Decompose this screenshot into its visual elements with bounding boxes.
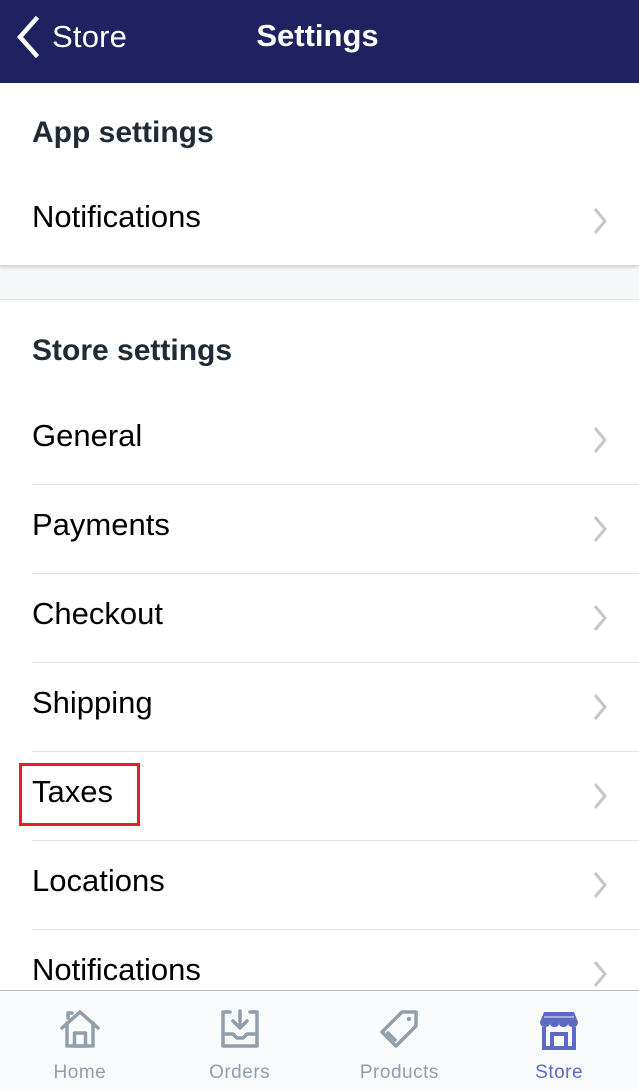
page-title-text: Settings (256, 18, 379, 53)
store-settings-item-shipping[interactable]: Shipping (0, 663, 639, 752)
chevron-right-icon (593, 605, 607, 631)
store-settings-item-general[interactable]: General (0, 396, 639, 485)
app-settings-section: App settings Notifications (0, 83, 639, 266)
tab-home[interactable]: Home (0, 991, 160, 1089)
tab-bar: Home Orders Products Store (0, 990, 639, 1089)
tab-label: Home (53, 1062, 107, 1083)
chevron-right-icon (593, 961, 607, 987)
tab-products[interactable]: Products (320, 991, 480, 1089)
navigation-bar: Store Settings (0, 0, 639, 83)
app-settings-item-notifications[interactable]: Notifications (0, 177, 639, 266)
store-settings-item-taxes[interactable]: Taxes (0, 752, 639, 841)
store-settings-section: Store settings General Payments Checkout… (0, 299, 639, 999)
store-settings-item-checkout[interactable]: Checkout (0, 574, 639, 663)
row-label: Checkout (32, 596, 163, 631)
settings-screen: Store Settings App settings Notification… (0, 0, 639, 1089)
page-title: Settings (0, 18, 639, 54)
tab-store[interactable]: Store (479, 991, 639, 1089)
section-title-store-settings: Store settings (32, 334, 233, 367)
tab-orders[interactable]: Orders (160, 991, 320, 1089)
tab-label: Products (359, 1062, 439, 1083)
store-settings-item-locations[interactable]: Locations (0, 841, 639, 930)
row-label: General (32, 418, 143, 453)
row-label: Notifications (32, 952, 201, 987)
orders-inbox-icon (220, 1009, 259, 1048)
tag-icon (380, 1010, 419, 1048)
section-title-app-settings: App settings (32, 116, 214, 149)
chevron-right-icon (593, 516, 607, 542)
home-icon (60, 1010, 100, 1048)
store-settings-item-payments[interactable]: Payments (0, 485, 639, 574)
chevron-right-icon (593, 208, 607, 234)
row-label: Payments (32, 507, 170, 542)
tab-label: Store (535, 1062, 584, 1083)
chevron-right-icon (593, 783, 607, 809)
row-label: Locations (32, 863, 165, 898)
row-label: Shipping (32, 685, 153, 720)
storefront-icon (540, 1012, 579, 1050)
chevron-right-icon (593, 427, 607, 453)
chevron-right-icon (593, 694, 607, 720)
chevron-right-icon (593, 872, 607, 898)
tab-label: Orders (209, 1062, 271, 1083)
row-label: Notifications (32, 199, 201, 234)
row-label: Taxes (32, 774, 113, 809)
